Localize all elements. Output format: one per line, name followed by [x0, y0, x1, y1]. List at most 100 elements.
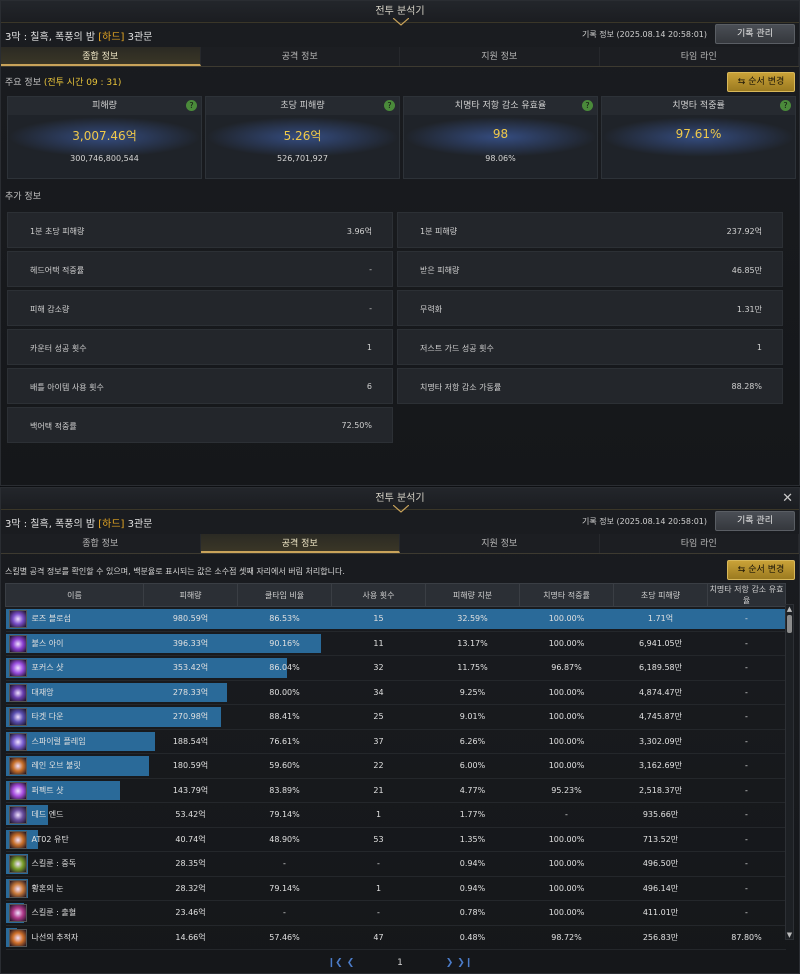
- skill-crit-cell: 100.00%: [519, 753, 614, 779]
- reorder-button[interactable]: ⇆ 순서 변경: [727, 72, 795, 92]
- skill-uses-cell: 1: [331, 802, 426, 828]
- skill-name: 스킬룬 : 중독: [31, 859, 77, 869]
- skill-crit-res: -: [745, 638, 748, 648]
- skill-dps-cell: 935.66만: [613, 802, 708, 828]
- window-titlebar[interactable]: 전투 분석기 ✕: [1, 488, 799, 513]
- scroll-thumb[interactable]: [787, 615, 792, 633]
- table-row[interactable]: 데드 엔드 53.42억 79.14% 1 1.77% - 935.66만 -: [5, 802, 786, 828]
- tab-support[interactable]: 지원 정보: [400, 47, 600, 66]
- first-page-icon[interactable]: ❙❮: [328, 958, 343, 968]
- skill-cooldown: -: [283, 908, 286, 918]
- tab-overview[interactable]: 종합 정보: [1, 47, 201, 66]
- col-dps[interactable]: 초당 피해량: [613, 583, 708, 607]
- skill-crit-cell: 95.23%: [519, 778, 614, 803]
- col-crit-res[interactable]: 치명타 저항 감소 유효율: [707, 583, 786, 607]
- table-row[interactable]: 스파이럴 플레임 188.54억 76.61% 37 6.26% 100.00% 3,302…: [5, 729, 786, 754]
- skill-name: 로즈 블로섬: [31, 614, 71, 624]
- tab-timeline[interactable]: 타임 라인: [599, 47, 799, 66]
- skill-icon: [8, 708, 27, 726]
- skill-dps: 4,745.87만: [639, 712, 682, 722]
- table-scrollbar[interactable]: ▲ ▼: [785, 604, 794, 940]
- table-row[interactable]: 불스 아이 396.33억 90.16% 11 13.17% 100.00% 6,941.0…: [5, 631, 786, 656]
- col-name[interactable]: 이름: [5, 583, 144, 607]
- skill-icon: [8, 757, 27, 775]
- table-row[interactable]: 타겟 다운 270.98억 88.41% 25 9.01% 100.00% 4,745.87…: [5, 704, 786, 730]
- skill-share: 4.77%: [459, 785, 486, 795]
- scroll-down-icon[interactable]: ▼: [786, 931, 793, 939]
- skill-dps-cell: 1.71억: [613, 606, 708, 632]
- skill-crit-cell: 100.00%: [519, 729, 614, 754]
- skill-crit-res: -: [745, 834, 748, 844]
- tab-attack[interactable]: 공격 정보: [200, 47, 400, 66]
- col-crit[interactable]: 치명타 적중률: [519, 583, 614, 607]
- skill-crit: 100.00%: [548, 859, 585, 869]
- skill-crit-cell: 100.00%: [519, 851, 614, 877]
- tab-support[interactable]: 지원 정보: [400, 534, 600, 553]
- skill-cooldown-cell: 88.41%: [237, 704, 332, 730]
- skill-uses-cell: 34: [331, 680, 426, 705]
- window-titlebar[interactable]: 전투 분석기: [1, 1, 799, 26]
- tab-attack[interactable]: 공격 정보: [200, 534, 400, 553]
- manage-records-button[interactable]: 기록 관리: [715, 24, 795, 44]
- last-page-icon[interactable]: ❯❙: [457, 958, 472, 968]
- col-uses[interactable]: 사용 횟수: [331, 583, 426, 607]
- stat-title: 초당 피해량: [280, 101, 325, 111]
- manage-records-button[interactable]: 기록 관리: [715, 511, 795, 531]
- tab-bar: 종합 정보 공격 정보 지원 정보 타임 라인: [1, 47, 799, 67]
- skill-dps: 935.66만: [642, 810, 679, 820]
- table-row[interactable]: 포커스 샷 353.42억 86.04% 32 11.75% 96.87% 6,189.58…: [5, 655, 786, 681]
- close-icon[interactable]: ✕: [782, 488, 793, 510]
- skill-crit: 100.00%: [548, 908, 585, 918]
- skill-cooldown: 57.46%: [269, 932, 300, 942]
- table-row[interactable]: 로즈 블로섬 980.59억 86.53% 15 32.59% 100.00% 1.71억 -: [5, 606, 786, 632]
- extra-stat-1min-damage: 1분 피해량 237.92억: [397, 212, 783, 248]
- skill-crit-cell: 100.00%: [519, 680, 614, 705]
- table-row[interactable]: AT02 유탄 40.74억 48.90% 53 1.35% 100.00% 713.52만…: [5, 827, 786, 852]
- record-header: 3막 : 칠흑, 폭풍의 밤 [하드] 3관문 기록 정보 (2025.08.1…: [1, 23, 799, 47]
- skill-cooldown: 83.89%: [269, 785, 300, 795]
- extra-stat-damage-taken: 받은 피해량 46.85만: [397, 251, 783, 287]
- stat-title: 치명타 저항 감소 유효율: [454, 101, 547, 111]
- table-row[interactable]: 대재앙 278.33억 80.00% 34 9.25% 100.00% 4,874.47만 -: [5, 680, 786, 705]
- skill-damage-cell: 28.32억: [143, 876, 238, 901]
- skill-damage-cell: 53.42억: [143, 802, 238, 828]
- help-icon[interactable]: ?: [186, 100, 197, 111]
- skill-uses-cell: 47: [331, 925, 426, 950]
- skill-dps: 411.01만: [642, 908, 679, 918]
- skill-uses-cell: 21: [331, 778, 426, 803]
- table-row[interactable]: 퍼펙트 샷 143.79억 83.89% 21 4.77% 95.23% 2,518.37만…: [5, 778, 786, 803]
- skill-crit-cell: 100.00%: [519, 606, 614, 632]
- skill-name-cell: 포커스 샷: [5, 655, 287, 681]
- skill-dps: 713.52만: [642, 834, 679, 844]
- col-damage[interactable]: 피해량: [143, 583, 238, 607]
- skill-dps-cell: 4,874.47만: [613, 680, 708, 705]
- skill-uses: 15: [373, 614, 384, 624]
- skill-dps-cell: 4,745.87만: [613, 704, 708, 730]
- stat-value: 98: [492, 127, 509, 141]
- skill-crit: 100.00%: [548, 638, 585, 648]
- tab-overview[interactable]: 종합 정보: [1, 534, 201, 553]
- table-row[interactable]: 나선의 추적자 14.66억 57.46% 47 0.48% 98.72% 256.83만 8…: [5, 925, 786, 950]
- extra-stat-damage-reduced: 피해 감소량 -: [7, 290, 393, 326]
- tab-timeline[interactable]: 타임 라인: [599, 534, 799, 553]
- help-icon[interactable]: ?: [582, 100, 593, 111]
- skill-name: 불스 아이: [31, 638, 64, 648]
- skill-share: 0.48%: [459, 932, 486, 942]
- table-row[interactable]: 레인 오브 불릿 180.59억 59.60% 22 6.00% 100.00% 3,162…: [5, 753, 786, 779]
- scroll-up-icon[interactable]: ▲: [786, 605, 793, 613]
- skill-damage: 53.42억: [175, 810, 206, 820]
- table-row[interactable]: 황혼의 눈 28.32억 79.14% 1 0.94% 100.00% 496.14만 -: [5, 876, 786, 901]
- reorder-button[interactable]: ⇆ 순서 변경: [727, 560, 795, 580]
- table-row[interactable]: 스킬룬 : 출혈 23.46억 - - 0.78% 100.00% 411.01만 -: [5, 900, 786, 926]
- col-cooldown[interactable]: 쿨타임 비율: [237, 583, 332, 607]
- help-icon[interactable]: ?: [780, 100, 791, 111]
- help-icon[interactable]: ?: [384, 100, 395, 111]
- col-share[interactable]: 피해량 지분: [425, 583, 520, 607]
- skill-damage: 143.79억: [172, 785, 209, 795]
- next-page-icon[interactable]: ❯: [446, 958, 454, 968]
- skill-crit-res-cell: -: [707, 753, 786, 779]
- skill-icon: [8, 806, 27, 824]
- prev-page-icon[interactable]: ❮: [347, 958, 355, 968]
- skill-cooldown: -: [283, 859, 286, 869]
- table-row[interactable]: 스킬룬 : 중독 28.35억 - - 0.94% 100.00% 496.50만 -: [5, 851, 786, 877]
